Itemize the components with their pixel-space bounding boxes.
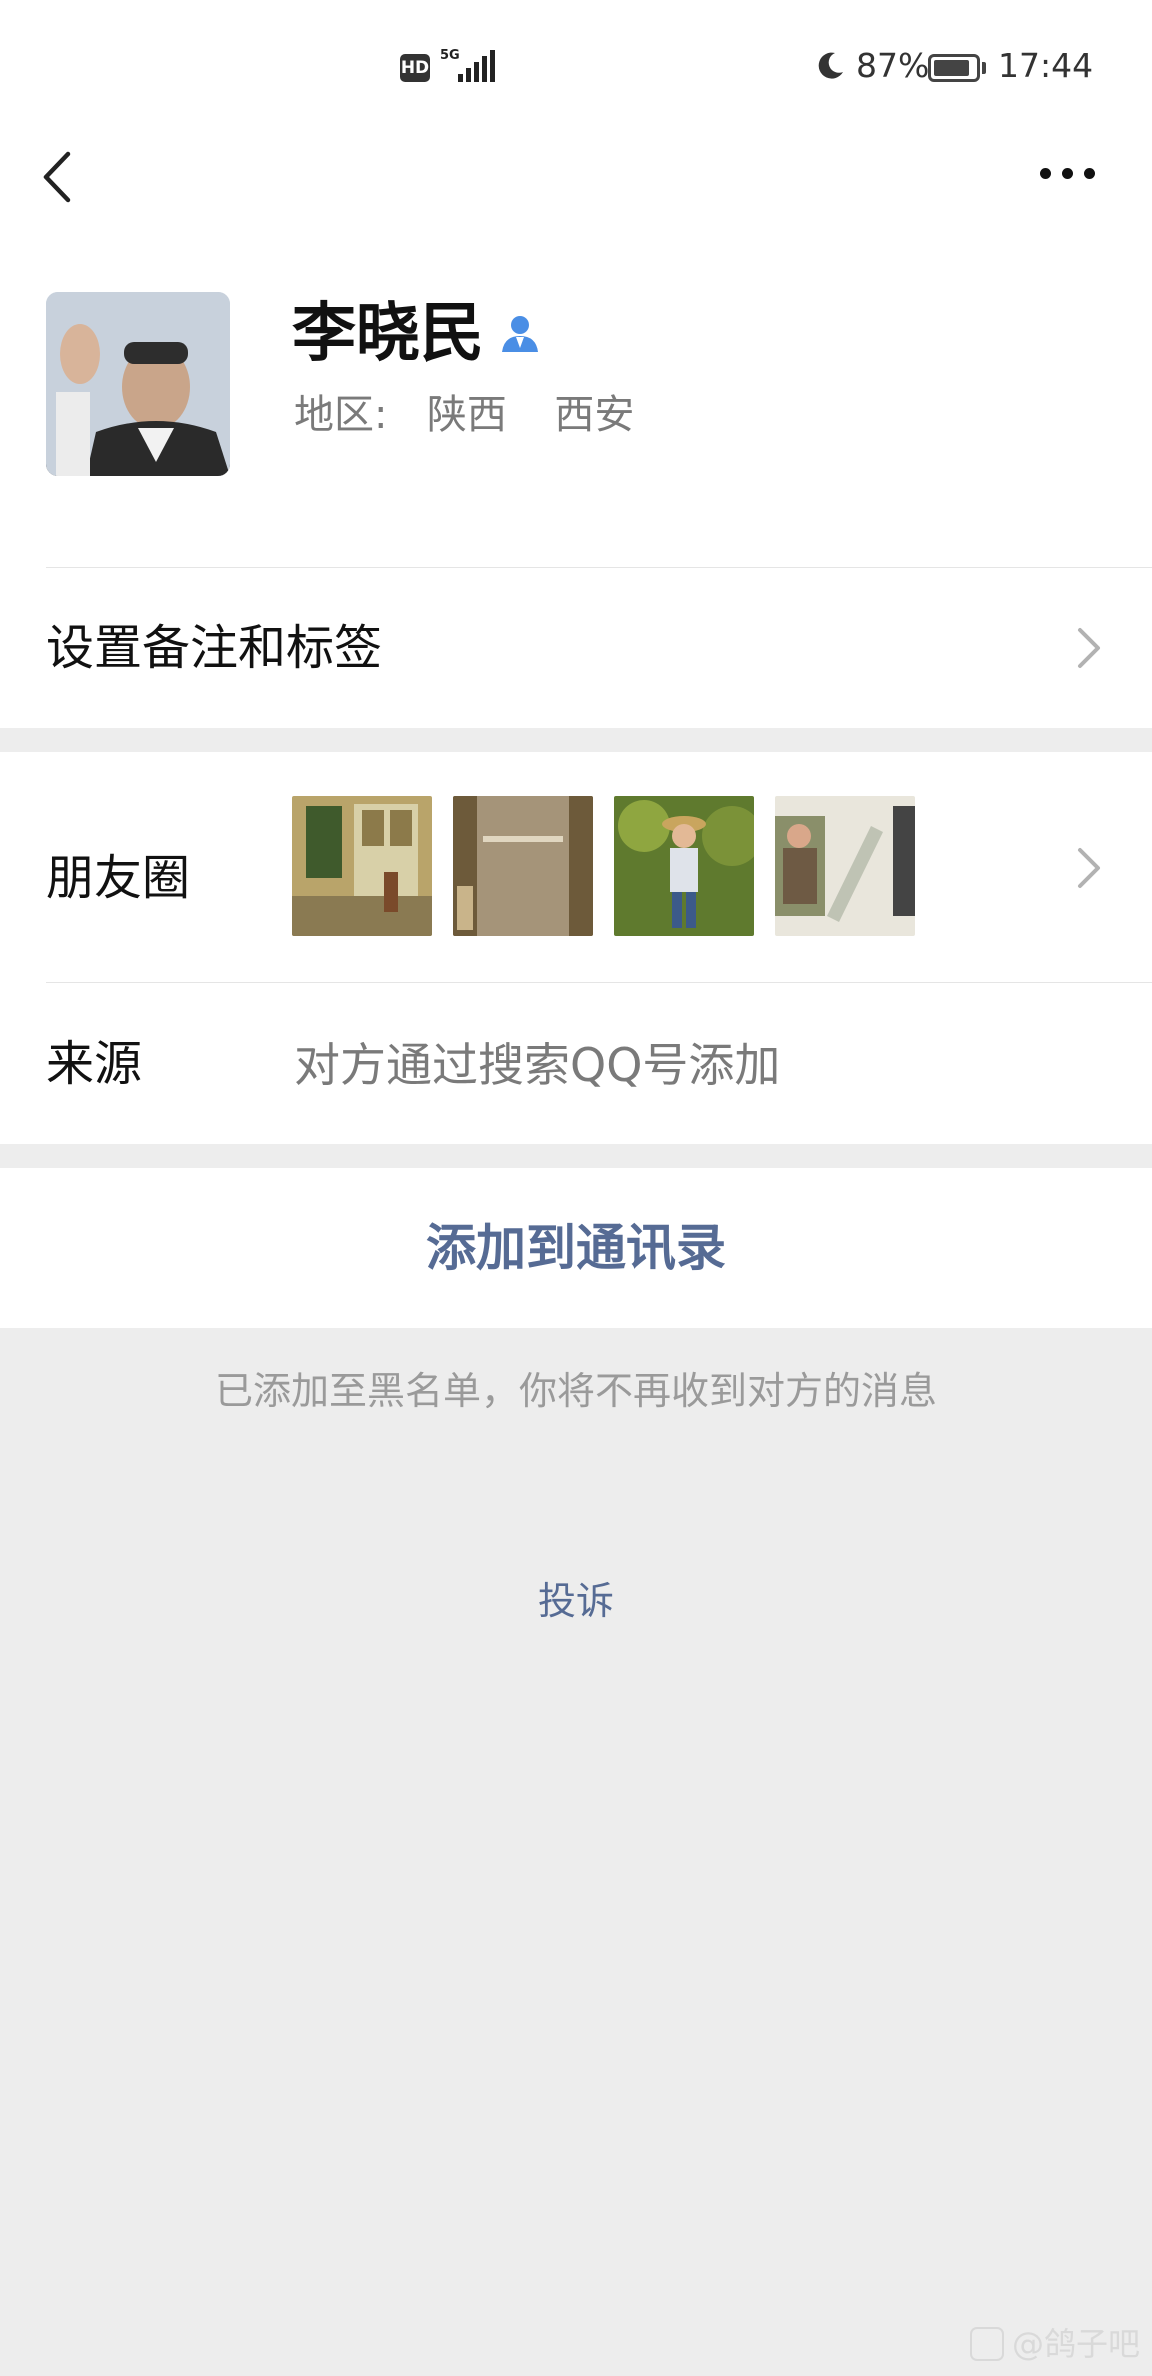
- avatar[interactable]: [46, 292, 230, 476]
- moments-photo[interactable]: [453, 796, 593, 936]
- region-province: 陕西: [426, 392, 507, 438]
- source-label: 来源: [46, 1036, 143, 1092]
- chevron-left-icon[interactable]: [38, 150, 78, 204]
- status-bar: HD 5G 87% 17:44: [0, 0, 1152, 135]
- watermark: @鸽子吧: [970, 2324, 1140, 2364]
- watermark-logo-icon: [970, 2327, 1004, 2361]
- moon-icon: [818, 52, 843, 79]
- watermark-text: @鸽子吧: [1012, 2325, 1141, 2363]
- region-city: 西安: [554, 392, 635, 438]
- person-icon: [502, 316, 538, 352]
- section-gap: [0, 728, 1152, 752]
- moments-photo[interactable]: [614, 796, 754, 936]
- report-link[interactable]: 投诉: [0, 1576, 1152, 1626]
- battery-icon: [928, 54, 980, 82]
- section-gap: [0, 1144, 1152, 1168]
- remark-row[interactable]: 设置备注和标签: [0, 568, 1152, 728]
- remark-label: 设置备注和标签: [46, 620, 383, 676]
- battery-fill: [934, 60, 969, 76]
- add-to-contacts-label[interactable]: 添加到通讯录: [0, 1218, 1152, 1278]
- more-dots-icon[interactable]: [1040, 168, 1095, 179]
- avatar-image: [46, 292, 230, 476]
- battery-percent: 87%: [856, 46, 930, 85]
- region-label: 地区:: [294, 392, 388, 438]
- source-value: 对方通过搜索QQ号添加: [294, 1038, 781, 1092]
- network-type: 5G: [440, 48, 460, 63]
- hd-badge: HD: [400, 54, 430, 82]
- chevron-right-icon: [1078, 848, 1100, 888]
- battery-tip: [982, 62, 986, 74]
- contact-name: 李晓民: [292, 297, 484, 371]
- moments-photo[interactable]: [775, 796, 915, 936]
- moments-label: 朋友圈: [46, 850, 191, 906]
- blocked-notice: 已添加至黑名单，你将不再收到对方的消息: [214, 1369, 937, 1413]
- region: 地区: 陕西 西安: [294, 390, 634, 440]
- chevron-right-icon: [1078, 628, 1100, 668]
- signal-icon: [458, 50, 495, 82]
- clock: 17:44: [998, 46, 1094, 85]
- moments-photo[interactable]: [292, 796, 432, 936]
